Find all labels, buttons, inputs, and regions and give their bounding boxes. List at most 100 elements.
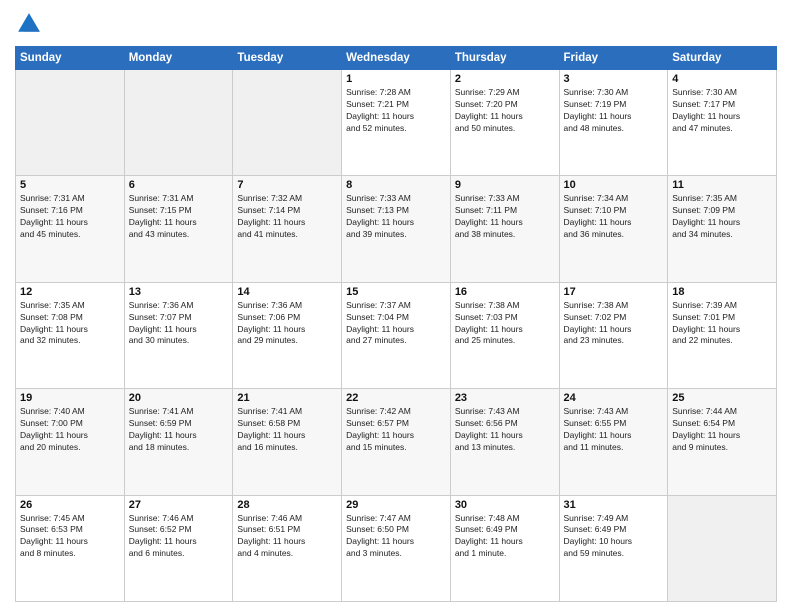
day-info: Sunrise: 7:31 AM Sunset: 7:16 PM Dayligh… [20, 193, 120, 241]
day-info: Sunrise: 7:35 AM Sunset: 7:08 PM Dayligh… [20, 300, 120, 348]
calendar-cell: 6 Sunrise: 7:31 AM Sunset: 7:15 PM Daylig… [124, 176, 233, 282]
weekday-sunday: Sunday [16, 47, 125, 70]
logo-icon [15, 10, 43, 38]
calendar-cell: 4 Sunrise: 7:30 AM Sunset: 7:17 PM Daylig… [668, 70, 777, 176]
calendar-cell: 13Sunrise: 7:36 AM Sunset: 7:07 PM Dayli… [124, 282, 233, 388]
day-number: 31 [564, 499, 664, 511]
calendar-cell: 16 Sunrise: 7:38 AM Sunset: 7:03 PM Dayli… [450, 282, 559, 388]
day-number: 25 [672, 392, 772, 404]
day-number: 24 [564, 392, 664, 404]
day-info: Sunrise: 7:31 AM Sunset: 7:15 PM Dayligh… [129, 193, 229, 241]
calendar-week-row: 26 Sunrise: 7:45 AM Sunset: 6:53 PM Dayli… [16, 495, 777, 601]
day-number: 2 [455, 73, 555, 85]
day-info: Sunrise: 7:40 AM Sunset: 7:00 PM Dayligh… [20, 406, 120, 454]
day-number: 7 [237, 179, 337, 191]
calendar-cell: 20 Sunrise: 7:41 AM Sunset: 6:59 PM Dayli… [124, 389, 233, 495]
day-info: Sunrise: 7:33 AM Sunset: 7:11 PM Dayligh… [455, 193, 555, 241]
day-info: Sunrise: 7:36 AM Sunset: 7:06 PM Dayligh… [237, 300, 337, 348]
calendar-cell: 17 Sunrise: 7:38 AM Sunset: 7:02 PM Dayli… [559, 282, 668, 388]
weekday-header-row: SundayMondayTuesdayWednesdayThursdayFrid… [16, 47, 777, 70]
calendar-cell: 1 Sunrise: 7:28 AM Sunset: 7:21 PM Daylig… [342, 70, 451, 176]
day-info: Sunrise: 7:42 AM Sunset: 6:57 PM Dayligh… [346, 406, 446, 454]
day-number: 29 [346, 499, 446, 511]
day-info: Sunrise: 7:47 AM Sunset: 6:50 PM Dayligh… [346, 513, 446, 561]
day-info: Sunrise: 7:45 AM Sunset: 6:53 PM Dayligh… [20, 513, 120, 561]
calendar-cell: 28Sunrise: 7:46 AM Sunset: 6:51 PM Dayli… [233, 495, 342, 601]
calendar-cell: 22 Sunrise: 7:42 AM Sunset: 6:57 PM Dayli… [342, 389, 451, 495]
weekday-saturday: Saturday [668, 47, 777, 70]
calendar-week-row: 5 Sunrise: 7:31 AM Sunset: 7:16 PM Daylig… [16, 176, 777, 282]
weekday-wednesday: Wednesday [342, 47, 451, 70]
calendar-cell: 26 Sunrise: 7:45 AM Sunset: 6:53 PM Dayli… [16, 495, 125, 601]
calendar-week-row: 1 Sunrise: 7:28 AM Sunset: 7:21 PM Daylig… [16, 70, 777, 176]
day-info: Sunrise: 7:48 AM Sunset: 6:49 PM Dayligh… [455, 513, 555, 561]
calendar-cell [668, 495, 777, 601]
day-number: 20 [129, 392, 229, 404]
day-number: 17 [564, 286, 664, 298]
day-info: Sunrise: 7:46 AM Sunset: 6:52 PM Dayligh… [129, 513, 229, 561]
day-info: Sunrise: 7:46 AM Sunset: 6:51 PM Dayligh… [237, 513, 337, 561]
calendar-cell: 31 Sunrise: 7:49 AM Sunset: 6:49 PM Dayli… [559, 495, 668, 601]
day-info: Sunrise: 7:30 AM Sunset: 7:19 PM Dayligh… [564, 87, 664, 135]
calendar-cell: 14 Sunrise: 7:36 AM Sunset: 7:06 PM Dayli… [233, 282, 342, 388]
calendar-cell: 9 Sunrise: 7:33 AM Sunset: 7:11 PM Daylig… [450, 176, 559, 282]
calendar-cell: 7 Sunrise: 7:32 AM Sunset: 7:14 PM Daylig… [233, 176, 342, 282]
calendar-cell: 18 Sunrise: 7:39 AM Sunset: 7:01 PM Dayli… [668, 282, 777, 388]
calendar-cell: 30 Sunrise: 7:48 AM Sunset: 6:49 PM Dayli… [450, 495, 559, 601]
day-number: 9 [455, 179, 555, 191]
calendar-cell: 29 Sunrise: 7:47 AM Sunset: 6:50 PM Dayli… [342, 495, 451, 601]
day-info: Sunrise: 7:44 AM Sunset: 6:54 PM Dayligh… [672, 406, 772, 454]
calendar-week-row: 12Sunrise: 7:35 AM Sunset: 7:08 PM Dayli… [16, 282, 777, 388]
calendar-week-row: 19Sunrise: 7:40 AM Sunset: 7:00 PM Dayli… [16, 389, 777, 495]
day-info: Sunrise: 7:32 AM Sunset: 7:14 PM Dayligh… [237, 193, 337, 241]
day-info: Sunrise: 7:33 AM Sunset: 7:13 PM Dayligh… [346, 193, 446, 241]
day-info: Sunrise: 7:41 AM Sunset: 6:59 PM Dayligh… [129, 406, 229, 454]
day-number: 1 [346, 73, 446, 85]
day-info: Sunrise: 7:39 AM Sunset: 7:01 PM Dayligh… [672, 300, 772, 348]
day-number: 14 [237, 286, 337, 298]
day-info: Sunrise: 7:49 AM Sunset: 6:49 PM Dayligh… [564, 513, 664, 561]
weekday-tuesday: Tuesday [233, 47, 342, 70]
day-info: Sunrise: 7:43 AM Sunset: 6:56 PM Dayligh… [455, 406, 555, 454]
day-number: 16 [455, 286, 555, 298]
page: SundayMondayTuesdayWednesdayThursdayFrid… [0, 0, 792, 612]
day-info: Sunrise: 7:37 AM Sunset: 7:04 PM Dayligh… [346, 300, 446, 348]
day-number: 4 [672, 73, 772, 85]
day-info: Sunrise: 7:28 AM Sunset: 7:21 PM Dayligh… [346, 87, 446, 135]
calendar-cell: 25 Sunrise: 7:44 AM Sunset: 6:54 PM Dayli… [668, 389, 777, 495]
day-info: Sunrise: 7:38 AM Sunset: 7:02 PM Dayligh… [564, 300, 664, 348]
day-number: 18 [672, 286, 772, 298]
calendar-cell: 2Sunrise: 7:29 AM Sunset: 7:20 PM Daylig… [450, 70, 559, 176]
day-info: Sunrise: 7:38 AM Sunset: 7:03 PM Dayligh… [455, 300, 555, 348]
day-number: 8 [346, 179, 446, 191]
calendar-cell: 8 Sunrise: 7:33 AM Sunset: 7:13 PM Daylig… [342, 176, 451, 282]
day-number: 15 [346, 286, 446, 298]
weekday-friday: Friday [559, 47, 668, 70]
day-number: 10 [564, 179, 664, 191]
calendar-cell: 24 Sunrise: 7:43 AM Sunset: 6:55 PM Dayli… [559, 389, 668, 495]
calendar-cell [233, 70, 342, 176]
day-number: 6 [129, 179, 229, 191]
day-number: 23 [455, 392, 555, 404]
day-number: 11 [672, 179, 772, 191]
day-info: Sunrise: 7:35 AM Sunset: 7:09 PM Dayligh… [672, 193, 772, 241]
calendar-cell [124, 70, 233, 176]
day-info: Sunrise: 7:43 AM Sunset: 6:55 PM Dayligh… [564, 406, 664, 454]
day-number: 27 [129, 499, 229, 511]
weekday-monday: Monday [124, 47, 233, 70]
day-number: 26 [20, 499, 120, 511]
calendar-cell: 10 Sunrise: 7:34 AM Sunset: 7:10 PM Dayli… [559, 176, 668, 282]
day-info: Sunrise: 7:30 AM Sunset: 7:17 PM Dayligh… [672, 87, 772, 135]
day-number: 13 [129, 286, 229, 298]
calendar-cell: 21Sunrise: 7:41 AM Sunset: 6:58 PM Dayli… [233, 389, 342, 495]
day-info: Sunrise: 7:34 AM Sunset: 7:10 PM Dayligh… [564, 193, 664, 241]
header [15, 10, 777, 38]
calendar-cell: 23 Sunrise: 7:43 AM Sunset: 6:56 PM Dayli… [450, 389, 559, 495]
day-number: 30 [455, 499, 555, 511]
logo [15, 10, 47, 38]
day-number: 22 [346, 392, 446, 404]
calendar-cell: 5 Sunrise: 7:31 AM Sunset: 7:16 PM Daylig… [16, 176, 125, 282]
day-number: 5 [20, 179, 120, 191]
calendar: SundayMondayTuesdayWednesdayThursdayFrid… [15, 46, 777, 602]
calendar-cell: 3Sunrise: 7:30 AM Sunset: 7:19 PM Daylig… [559, 70, 668, 176]
